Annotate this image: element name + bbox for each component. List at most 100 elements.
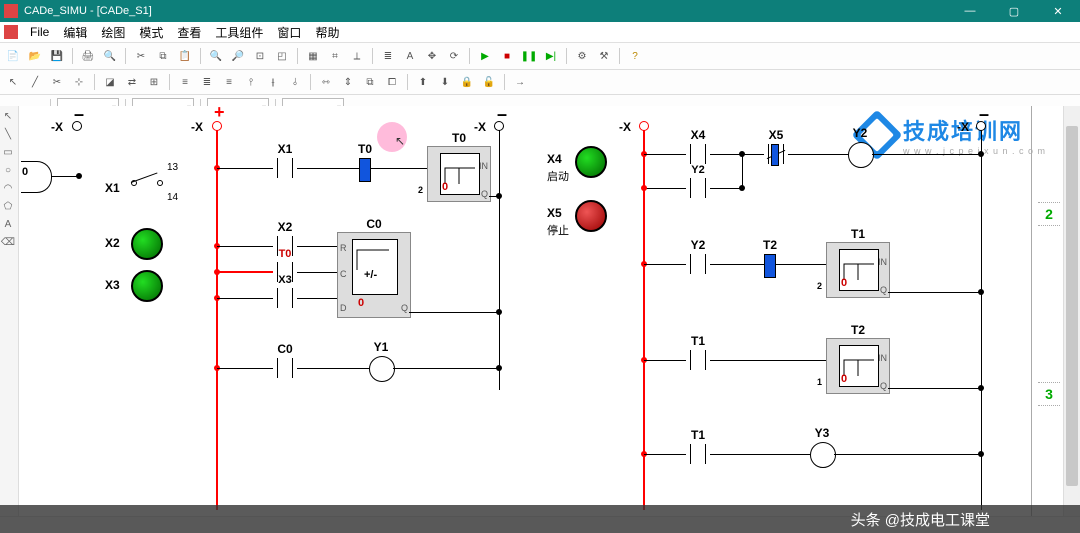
dist-h-icon[interactable]: ⇿ (317, 73, 335, 91)
menu-draw[interactable]: 绘图 (95, 22, 131, 43)
menu-help[interactable]: 帮助 (309, 22, 345, 43)
tool-line-icon[interactable]: ╱ (26, 73, 44, 91)
ortho-icon[interactable]: ⟂ (348, 47, 366, 65)
print-icon[interactable]: 🖨 (79, 47, 97, 65)
menu-view[interactable]: 查看 (171, 22, 207, 43)
zoom-fit-icon[interactable]: ⊡ (251, 47, 269, 65)
coil-y2[interactable] (848, 142, 874, 168)
text-tool-icon[interactable]: A (0, 216, 16, 232)
tool-array-icon[interactable]: ⊞ (145, 73, 163, 91)
move-icon[interactable]: ✥ (423, 47, 441, 65)
zoom-in-icon[interactable]: 🔍 (207, 47, 225, 65)
run-icon[interactable]: ▶ (476, 47, 494, 65)
canvas-area[interactable]: 技成培训网 w w w . j c p e i x u n . c o m – … (19, 106, 1080, 517)
tool-trim-icon[interactable]: ⊹ (70, 73, 88, 91)
circle-tool-icon[interactable]: ○ (0, 162, 16, 178)
align-left-icon[interactable]: ≡ (176, 73, 194, 91)
menu-mode[interactable]: 模式 (133, 22, 169, 43)
cut-icon[interactable]: ✂ (132, 47, 150, 65)
pushbutton-x3[interactable] (131, 270, 163, 302)
menu-tools[interactable]: 工具组件 (209, 22, 269, 43)
preview-icon[interactable]: 🔍 (101, 47, 119, 65)
front-icon[interactable]: ⬆ (414, 73, 432, 91)
rect-tool-icon[interactable]: ▭ (0, 144, 16, 160)
pause-icon[interactable]: ❚❚ (520, 47, 538, 65)
switch-x1[interactable] (131, 172, 171, 192)
align-right-icon[interactable]: ≡ (220, 73, 238, 91)
dist-v-icon[interactable]: ⇕ (339, 73, 357, 91)
lock-icon[interactable]: 🔒 (458, 73, 476, 91)
contact-y2b[interactable] (686, 254, 710, 274)
contact-c0[interactable] (273, 358, 297, 378)
zoom-out-icon[interactable]: 🔎 (229, 47, 247, 65)
menu-file[interactable]: File (24, 23, 55, 41)
wire-rr3-a (644, 360, 686, 361)
block-t2-q: Q (880, 381, 887, 391)
wire-r2-b (297, 246, 337, 247)
rotate-icon[interactable]: ⟳ (445, 47, 463, 65)
help-icon[interactable]: ? (626, 47, 644, 65)
new-icon[interactable]: 📄 (4, 47, 22, 65)
tool-mirror-icon[interactable]: ◪ (101, 73, 119, 91)
copy-icon[interactable]: ⧉ (154, 47, 172, 65)
paste-icon[interactable]: 📋 (176, 47, 194, 65)
line-tool-icon[interactable]: ╲ (0, 126, 16, 142)
pointer-tool-icon[interactable]: ↖ (0, 108, 16, 124)
arrow-icon[interactable]: → (511, 73, 529, 91)
tool-select-icon[interactable]: ↖ (4, 73, 22, 91)
erase-tool-icon[interactable]: ⌫ (0, 234, 16, 250)
block-c0[interactable]: C0 R C D Q +/- 0 (337, 232, 411, 318)
save-icon[interactable]: 💾 (48, 47, 66, 65)
poly-tool-icon[interactable]: ⬠ (0, 198, 16, 214)
pushbutton-x4[interactable] (575, 146, 607, 178)
coil-y1[interactable] (369, 356, 395, 382)
contact-x3b[interactable] (273, 288, 297, 308)
vertical-scrollbar[interactable] (1063, 106, 1080, 517)
minimize-button[interactable]: — (948, 0, 992, 22)
scrollbar-thumb[interactable] (1066, 126, 1078, 486)
step-icon[interactable]: ▶| (542, 47, 560, 65)
simulate-icon[interactable]: ⚙ (573, 47, 591, 65)
rail-label-x2: -X (191, 120, 203, 134)
close-button[interactable]: ✕ (1036, 0, 1080, 22)
ungroup-icon[interactable]: ⧠ (383, 73, 401, 91)
canvas[interactable]: 技成培训网 w w w . j c p e i x u n . c o m – … (19, 106, 1080, 517)
menu-edit[interactable]: 编辑 (57, 22, 93, 43)
layer-icon[interactable]: ≣ (379, 47, 397, 65)
contact-t1b[interactable] (686, 444, 710, 464)
block-t0[interactable]: T0 IN Q 2 0 (427, 146, 491, 202)
tool-flip-icon[interactable]: ⇄ (123, 73, 141, 91)
stop-icon[interactable]: ■ (498, 47, 516, 65)
arc-tool-icon[interactable]: ◠ (0, 180, 16, 196)
grid-icon[interactable]: ▦ (304, 47, 322, 65)
unlock-icon[interactable]: 🔓 (480, 73, 498, 91)
text-icon[interactable]: A (401, 47, 419, 65)
zoom-win-icon[interactable]: ◰ (273, 47, 291, 65)
contact-x1[interactable] (273, 158, 297, 178)
block-t2[interactable]: T2 IN Q 1 0 (826, 338, 890, 394)
wire-r2b-b (297, 272, 337, 273)
block-t1[interactable]: T1 IN Q 2 0 (826, 242, 890, 298)
config-icon[interactable]: ⚒ (595, 47, 613, 65)
contact-y2-seal[interactable] (686, 178, 710, 198)
tool-cut-icon[interactable]: ✂ (48, 73, 66, 91)
pushbutton-x5[interactable] (575, 200, 607, 232)
pushbutton-x2[interactable] (131, 228, 163, 260)
wire-seal-v (742, 154, 743, 188)
contact-x4[interactable] (686, 144, 710, 164)
align-center-icon[interactable]: ≣ (198, 73, 216, 91)
menu-window[interactable]: 窗口 (271, 22, 307, 43)
back-icon[interactable]: ⬇ (436, 73, 454, 91)
group-icon[interactable]: ⧉ (361, 73, 379, 91)
contact-t0[interactable] (359, 158, 371, 182)
snap-icon[interactable]: ⌗ (326, 47, 344, 65)
maximize-button[interactable]: ▢ (992, 0, 1036, 22)
coil-y3[interactable] (810, 442, 836, 468)
align-bot-icon[interactable]: ⫰ (286, 73, 304, 91)
contact-t2[interactable] (764, 254, 776, 278)
contact-t1[interactable] (686, 350, 710, 370)
align-top-icon[interactable]: ⫯ (242, 73, 260, 91)
align-mid-icon[interactable]: ⫲ (264, 73, 282, 91)
block-t2-title: T2 (851, 323, 865, 337)
open-icon[interactable]: 📂 (26, 47, 44, 65)
